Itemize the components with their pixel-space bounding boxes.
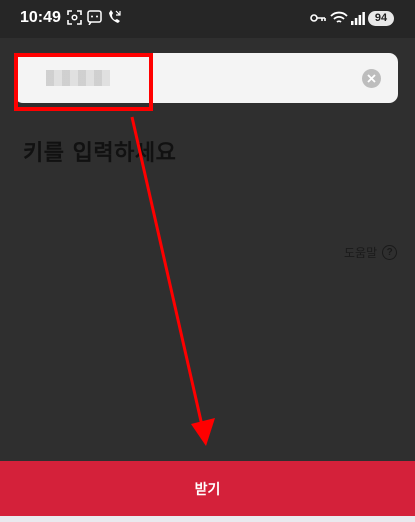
question-circle-icon: ?	[382, 245, 398, 260]
key-icon	[310, 14, 326, 22]
clear-icon[interactable]	[362, 69, 381, 88]
help-label: 도움말	[344, 246, 378, 260]
receive-button[interactable]: 받기	[0, 461, 415, 516]
status-time: 10:49	[20, 9, 61, 26]
page-title: 키를 입력하세요	[23, 141, 177, 166]
message-icon	[87, 10, 102, 25]
status-bar: 10:49 94	[0, 0, 415, 38]
wifi-icon	[330, 11, 348, 23]
help-link[interactable]: 도움말 ?	[344, 244, 398, 261]
call-icon	[109, 10, 121, 23]
signal-icon	[351, 12, 365, 25]
annotation-highlight-box	[14, 53, 153, 111]
battery-icon: 94	[368, 11, 394, 26]
navigation-bar	[0, 516, 415, 522]
screenshot-icon	[67, 10, 82, 25]
